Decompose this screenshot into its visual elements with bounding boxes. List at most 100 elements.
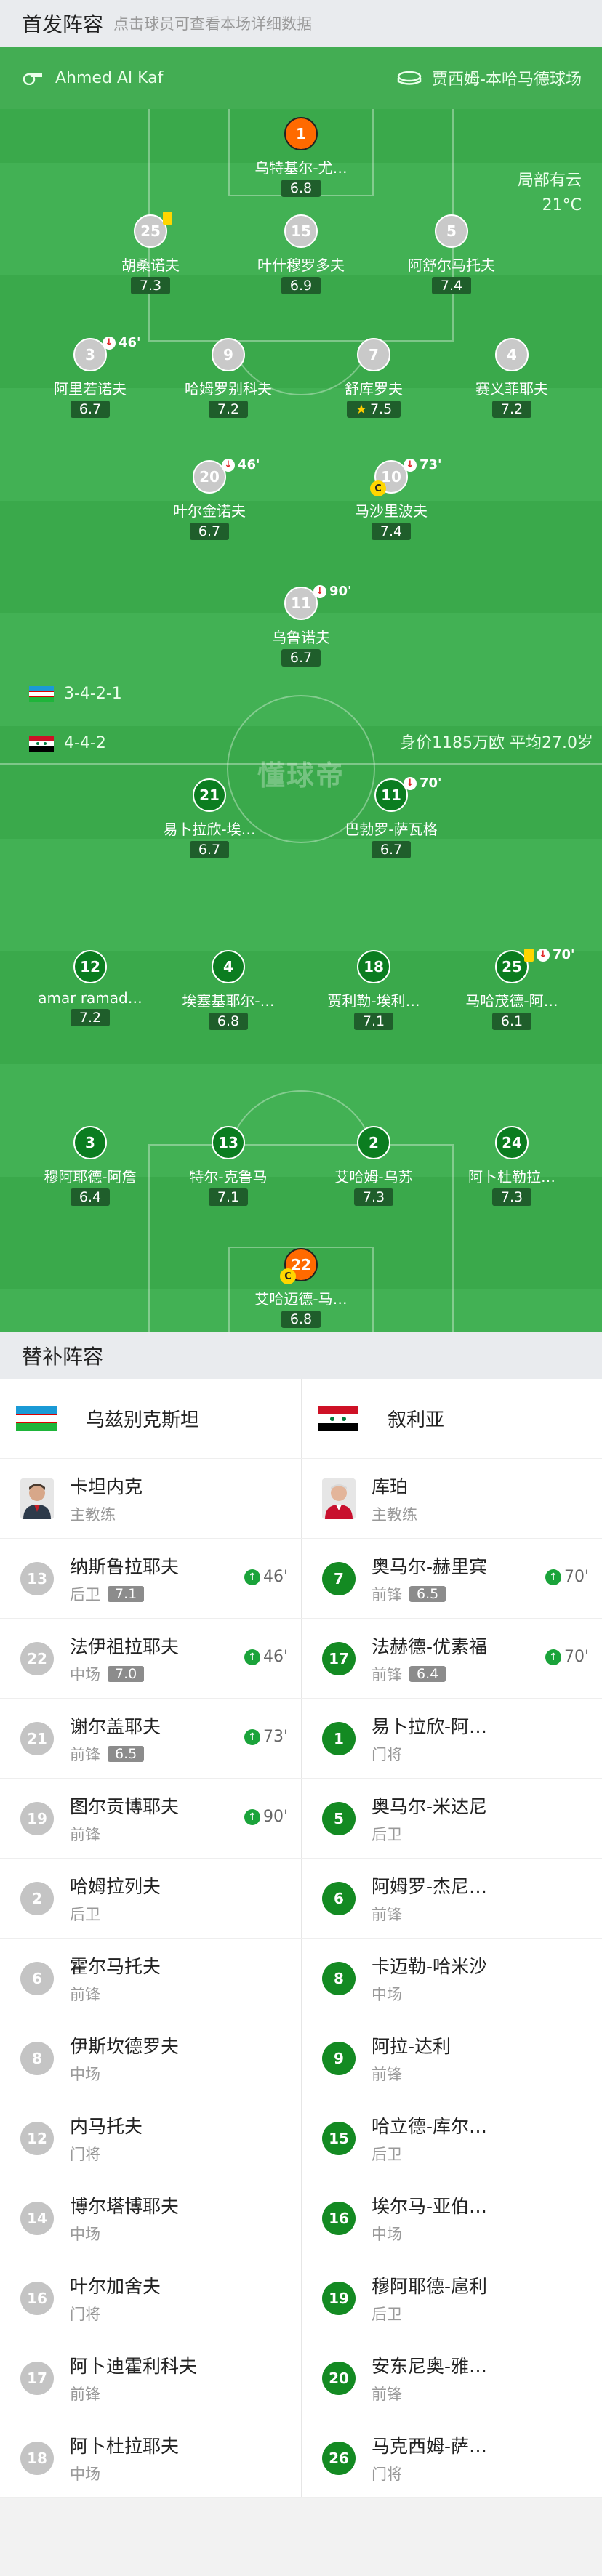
home-coach[interactable]: 卡坦内克 主教练 [0,1459,301,1538]
jersey-number: 16 [20,2281,54,2315]
player-rating: 7.1 [208,1188,249,1206]
home-sub-player[interactable]: 16 叶尔加舍夫 门将 [0,2258,301,2338]
away-sub-player[interactable]: 19 穆阿耶德-扈利 后卫 [301,2258,602,2338]
home-sub-player[interactable]: 2 哈姆拉列夫 后卫 [0,1859,301,1938]
sub-player-position: 后卫 [372,1825,402,1843]
sub-out-icon: ↓ [222,458,235,472]
away-player[interactable]: 11 ↓ 70' 巴勃罗-萨瓦格 6.7 [318,776,464,858]
home-sub-player[interactable]: 13 纳斯鲁拉耶夫 后卫 7.1 ↑ 46' [0,1539,301,1618]
sub-player-position: 前锋 [372,1905,402,1923]
home-player[interactable]: 1 乌特基尔-尤… 6.8 [228,117,374,197]
player-rating: 6.7 [70,401,111,418]
sub-player-position: 中场 [70,2225,100,2243]
coach-name: 库珀 [372,1476,409,1497]
sub-out-minute: 90' [329,584,352,599]
sub-player-position: 后卫 [372,2145,402,2163]
jersey-number: 13 [212,1126,245,1159]
jersey-number: 22 [20,1641,54,1675]
sub-player-position: 中场 [372,2225,402,2243]
sub-player-name: 哈姆拉列夫 [70,1875,161,1897]
stadium-name: 贾西姆-本哈马德球场 [432,71,582,89]
home-player[interactable]: 7 舒库罗夫 ★ 7.5 [301,338,446,418]
sub-player-rating: 6.5 [409,1585,446,1602]
home-sub-player[interactable]: 17 阿卜迪霍利科夫 前锋 [0,2338,301,2418]
sub-player-position: 前锋 [70,2385,100,2403]
home-sub-player[interactable]: 19 图尔贡博耶夫 前锋 ↑ 90' [0,1779,301,1858]
jersey-number: 2 [357,1126,390,1159]
player-rating: 6.8 [208,1013,249,1030]
away-sub-player[interactable]: 17 法赫德-优素福 前锋 6.4 ↑ 70' [301,1619,602,1698]
away-player[interactable]: 13 特尔-克鲁马 7.1 [156,1126,301,1206]
away-sub-player[interactable]: 7 奥马尔-赫里宾 前锋 6.5 ↑ 70' [301,1539,602,1618]
player-rating: 7.2 [208,401,249,418]
sub-out-minute: 46' [119,335,141,350]
home-team-name: 乌兹别克斯坦 [86,1409,200,1431]
away-player[interactable]: 18 贾利勒-埃利… 7.1 [301,950,446,1030]
jersey-number: 15 [284,214,318,248]
home-sub-player[interactable]: 22 法伊祖拉耶夫 中场 7.0 ↑ 46' [0,1619,301,1698]
jersey-number: 19 [20,1801,54,1835]
away-sub-player[interactable]: 16 埃尔马-亚伯… 中场 [301,2178,602,2258]
away-coach[interactable]: 库珀 主教练 [301,1459,602,1538]
home-player[interactable]: 10 ↓ 73' C 马沙里波夫 7.4 [318,457,464,540]
sub-player-position: 中场 [70,2465,100,2483]
sub-out-minute: 46' [238,457,260,472]
sub-player-position: 前锋 6.5 [372,1583,487,1605]
home-player[interactable]: 9 哈姆罗别科夫 7.2 [156,338,301,418]
home-sub-player[interactable]: 6 霍尔马托夫 前锋 [0,1939,301,2018]
jersey-number: 25 ↓ 70' [495,947,575,983]
home-sub-player[interactable]: 21 谢尔盖耶夫 前锋 6.5 ↑ 73' [0,1699,301,1778]
sub-player-name: 博尔塔博耶夫 [70,2195,180,2217]
away-player[interactable]: 2 艾哈姆-乌苏 7.3 [301,1126,446,1206]
home-player[interactable]: 15 叶什穆罗多夫 6.9 [228,214,374,294]
home-sub-player[interactable]: 18 阿卜杜拉耶夫 中场 [0,2418,301,2497]
home-player[interactable]: 20 ↓ 46' 叶尔金诺夫 6.7 [137,457,282,540]
jersey-number: 14 [20,2201,54,2235]
player-rating: 7.3 [491,1188,532,1206]
sub-in-badge: ↑ 46' [244,1648,288,1666]
event-badge [163,212,172,225]
jersey-number: 5 [322,1801,356,1835]
away-player[interactable]: 21 易卜拉欣-埃… 6.7 [137,778,282,858]
away-player[interactable]: 3 穆阿耶德-阿詹 6.4 [17,1126,163,1206]
away-player[interactable]: 12 amar ramad… 7.2 [17,950,163,1026]
home-player[interactable]: 11 ↓ 90' 乌鲁诺夫 6.7 [228,584,374,667]
sub-player-position: 门将 [372,2465,402,2483]
away-sub-player[interactable]: 6 阿姆罗-杰尼… 前锋 [301,1859,602,1938]
home-player[interactable]: 25 胡桑诺夫 7.3 [78,212,223,294]
away-formation: 4-4-2 [29,734,106,752]
jersey-number: 18 [357,950,390,983]
coach-avatar [20,1478,54,1519]
away-player[interactable]: 4 埃塞基耶尔-… 6.8 [156,950,301,1030]
sub-in-icon: ↑ [244,1569,260,1585]
jersey-number: 2 [20,1881,54,1915]
away-sub-player[interactable]: 26 马克西姆-萨… 门将 [301,2418,602,2497]
player-rating: 7.2 [491,401,532,418]
sub-player-name: 阿拉-达利 [372,2035,452,2057]
home-player[interactable]: 4 赛义菲耶夫 7.2 [439,338,585,418]
home-sub-player[interactable]: 8 伊斯坎德罗夫 中场 [0,2018,301,2098]
player-name: 艾哈姆-乌苏 [334,1168,413,1186]
away-player[interactable]: 24 阿卜杜勒拉… 7.3 [439,1126,585,1206]
home-sub-player[interactable]: 12 内马托夫 门将 [0,2098,301,2178]
sub-player-name: 叶尔加舍夫 [70,2275,161,2297]
sub-player-rating: 7.1 [108,1585,145,1602]
away-sub-player[interactable]: 8 卡迈勒-哈米沙 中场 [301,1939,602,2018]
away-sub-player[interactable]: 1 易卜拉欣-阿… 门将 [301,1699,602,1778]
home-sub-player[interactable]: 14 博尔塔博耶夫中场 [0,2178,301,2258]
player-name: 特尔-克鲁马 [189,1168,268,1186]
away-sub-player[interactable]: 5 奥马尔-米达尼 后卫 [301,1779,602,1858]
away-player[interactable]: 25 ↓ 70' 马哈茂德-阿… 6.1 [439,947,585,1030]
jersey-number: 17 [20,2361,54,2395]
sub-out-icon: ↓ [537,948,550,962]
player-name: 哈姆罗别科夫 [185,380,272,398]
away-sub-player[interactable]: 15 哈立德-库尔… 后卫 [301,2098,602,2178]
away-sub-player[interactable]: 20 安东尼奥-雅… 前锋 [301,2338,602,2418]
home-player[interactable]: 3 ↓ 46' 阿里若诺夫 6.7 [17,335,163,418]
sub-player-rating: 6.4 [409,1665,446,1682]
coach-name: 卡坦内克 [70,1476,143,1497]
away-sub-player[interactable]: 9 阿拉-达利 前锋 [301,2018,602,2098]
home-player[interactable]: 5 阿舒尔马托夫 7.4 [379,214,524,294]
sub-player-name: 马克西姆-萨… [372,2435,488,2457]
away-player[interactable]: 22 C 艾哈迈德-马… 6.8 [228,1248,374,1328]
